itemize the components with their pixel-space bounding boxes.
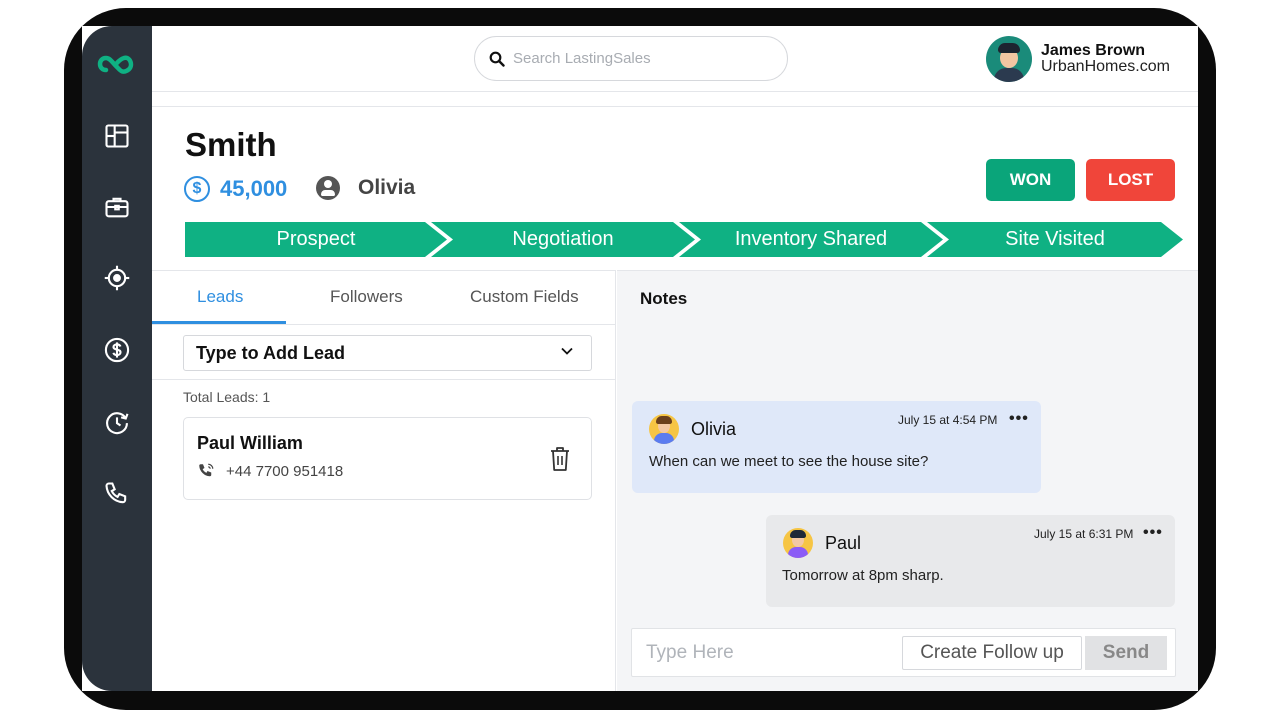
lead-phone-number: +44 7700 951418: [226, 462, 344, 480]
notes-title: Notes: [640, 289, 688, 308]
add-lead-select[interactable]: Type to Add Lead: [183, 335, 592, 371]
briefcase-icon[interactable]: [99, 189, 135, 225]
search-input[interactable]: [513, 50, 753, 67]
avatar[interactable]: [986, 36, 1032, 82]
lead-card[interactable]: [183, 417, 592, 500]
note-input[interactable]: [646, 642, 886, 664]
stage-negotiation[interactable]: Negotiation: [431, 222, 695, 257]
deal-owner[interactable]: Olivia: [316, 176, 415, 200]
deal-amount: $ 45,000: [184, 176, 287, 202]
stage-site-visited[interactable]: Site Visited: [927, 222, 1183, 257]
pipeline-stages: Prospect Negotiation Inventory Shared Si…: [185, 222, 1185, 257]
total-leads: Total Leads: 1: [183, 389, 271, 405]
dollar-circle-icon: $: [184, 176, 210, 202]
create-follow-up-button[interactable]: Create Follow up: [902, 636, 1082, 670]
phone-icon[interactable]: [99, 476, 135, 512]
chevron-down-icon: [561, 347, 573, 355]
owner-name: Olivia: [358, 176, 416, 199]
note-text: Tomorrow at 8pm sharp.: [782, 567, 944, 584]
more-options-icon[interactable]: •••: [1143, 524, 1163, 542]
tab-divider: [152, 324, 616, 325]
add-lead-label: Type to Add Lead: [196, 342, 346, 363]
won-button[interactable]: WON: [986, 159, 1075, 201]
olivia-avatar: [649, 414, 679, 444]
user-name: James Brown: [1041, 42, 1146, 59]
divider: [152, 379, 616, 380]
lead-name[interactable]: Paul William: [197, 433, 303, 454]
note-time: July 15 at 6:31 PM: [1034, 527, 1134, 541]
phone-call-icon: [199, 463, 214, 477]
send-button[interactable]: Send: [1085, 636, 1167, 670]
paul-avatar: [783, 528, 813, 558]
search-bar[interactable]: [474, 36, 788, 81]
note-text: When can we meet to see the house site?: [649, 453, 929, 470]
user-profile[interactable]: James Brown UrbanHomes.com: [986, 36, 1170, 82]
tab-leads[interactable]: Leads: [197, 287, 243, 307]
lastingsales-logo[interactable]: [94, 46, 138, 78]
stage-inventory-shared[interactable]: Inventory Shared: [679, 222, 943, 257]
tab-custom-fields[interactable]: Custom Fields: [470, 287, 579, 307]
target-icon[interactable]: [99, 260, 135, 296]
note-author: Olivia: [691, 419, 737, 439]
user-company: UrbanHomes.com: [1041, 58, 1170, 75]
lead-phone[interactable]: +44 7700 951418: [197, 462, 343, 480]
user-circle-icon: [316, 176, 340, 200]
dashboard-icon[interactable]: [99, 118, 135, 154]
sidebar: [82, 26, 152, 691]
note-author: Paul: [825, 533, 862, 553]
trash-icon[interactable]: [548, 445, 572, 473]
tab-followers[interactable]: Followers: [330, 287, 403, 307]
amount-value: 45,000: [220, 176, 288, 201]
stage-prospect[interactable]: Prospect: [185, 222, 447, 257]
search-icon: [489, 51, 505, 67]
dollar-icon[interactable]: [99, 332, 135, 368]
more-options-icon[interactable]: •••: [1009, 410, 1029, 428]
history-icon[interactable]: [99, 404, 135, 440]
lost-button[interactable]: LOST: [1086, 159, 1175, 201]
deal-title: Smith: [185, 126, 277, 163]
note-time: July 15 at 4:54 PM: [898, 413, 998, 427]
